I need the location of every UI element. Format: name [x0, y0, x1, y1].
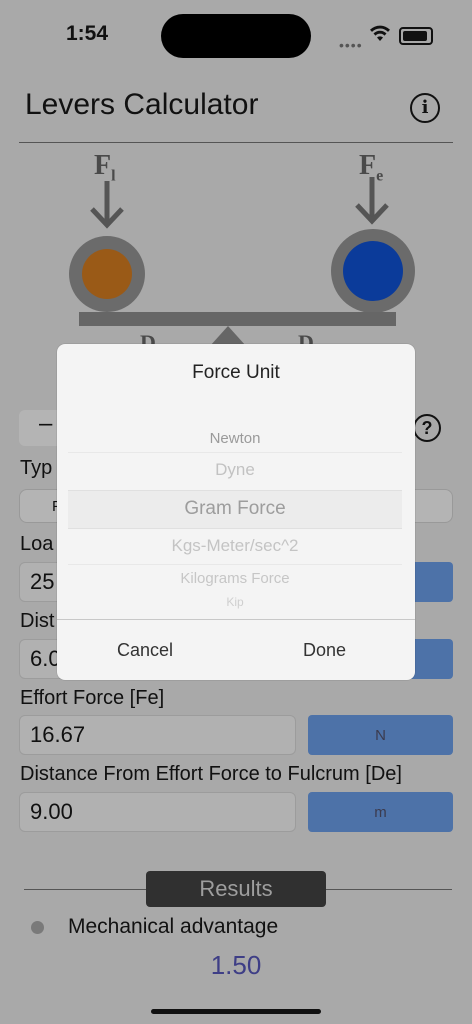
- header-divider: [19, 142, 453, 143]
- picker-option[interactable]: Kip: [68, 595, 402, 609]
- done-button[interactable]: Done: [303, 640, 346, 661]
- picker-separator: [68, 452, 402, 453]
- force-unit-picker[interactable]: Newton Dyne Gram Force Kgs-Meter/sec^2 K…: [68, 424, 402, 620]
- mechanical-advantage-label: Mechanical advantage: [68, 915, 279, 938]
- effort-force-input[interactable]: 16.67: [19, 715, 296, 755]
- effort-weight: [331, 229, 415, 313]
- dist-effort-unit-button[interactable]: m: [308, 792, 453, 832]
- wifi-icon: [370, 25, 390, 41]
- page-title: Levers Calculator: [25, 88, 259, 121]
- signal-icon: ••••: [339, 37, 363, 53]
- picker-separator: [68, 564, 402, 565]
- effort-arrow-icon: [355, 177, 389, 225]
- home-indicator: [151, 1009, 321, 1014]
- mechanical-advantage-value: 1.50: [210, 950, 262, 980]
- help-icon[interactable]: ?: [413, 414, 441, 442]
- picker-option[interactable]: Kgs-Meter/sec^2: [68, 536, 402, 556]
- lever-beam: [79, 312, 396, 326]
- effort-force-field-label: Effort Force [Fe]: [20, 687, 165, 709]
- type-label: Typ: [20, 457, 53, 479]
- picker-option[interactable]: Newton: [68, 430, 402, 447]
- battery-icon: [399, 27, 433, 45]
- results-title: Results: [146, 871, 326, 907]
- effort-force-unit-button[interactable]: N: [308, 715, 453, 755]
- dist-load-label: Dist: [20, 610, 55, 632]
- load-arrow-icon: [90, 181, 124, 229]
- result-bullet-icon: [31, 921, 44, 934]
- picker-option[interactable]: Dyne: [68, 460, 402, 480]
- dist-effort-input[interactable]: 9.00: [19, 792, 296, 832]
- picker-option[interactable]: Kilograms Force: [68, 570, 402, 587]
- dialog-title: Force Unit: [192, 362, 280, 383]
- status-time: 1:54: [66, 22, 109, 45]
- picker-option-selected[interactable]: Gram Force: [68, 498, 402, 520]
- dist-effort-label: Distance From Effort Force to Fulcrum [D…: [20, 763, 402, 785]
- force-unit-dialog: Force Unit Newton Dyne Gram Force Kgs-Me…: [57, 344, 415, 680]
- dynamic-island: [161, 14, 311, 58]
- cancel-button[interactable]: Cancel: [117, 640, 173, 661]
- load-force-field-label: Loa: [20, 533, 54, 555]
- load-weight: [69, 236, 145, 312]
- dialog-divider: [57, 619, 415, 620]
- fulcrum: [210, 326, 246, 346]
- info-icon[interactable]: i: [410, 93, 440, 123]
